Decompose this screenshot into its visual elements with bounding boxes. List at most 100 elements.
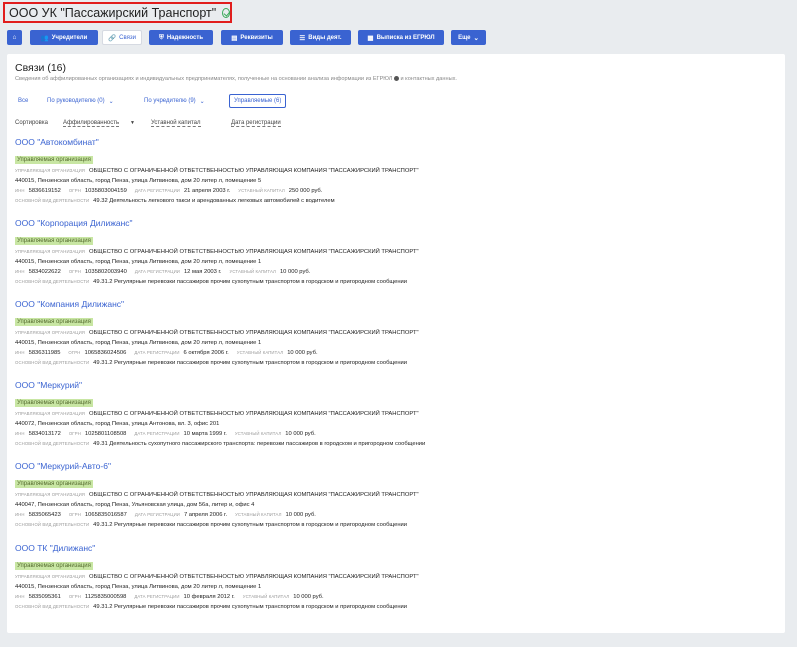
filter-by-director[interactable]: По руководителю (0) ⌄ [47, 94, 114, 108]
filter-managed[interactable]: Управляемые (6) [229, 94, 287, 108]
chevron-down-icon: ⌄ [199, 98, 205, 105]
reg-date-value: 7 апреля 2006 г. [183, 512, 228, 518]
section-title: Связи (16) [15, 62, 66, 74]
doc-list-icon: ▦ [367, 34, 374, 42]
status-badge: Управляемая организация [15, 562, 93, 570]
chevron-down-icon: ⌄ [108, 98, 114, 105]
ogrn-value: 1125835000598 [84, 594, 127, 600]
reg-date-label: Дата регистрации [134, 188, 180, 193]
ids-row: ИНН 5836619152 ОГРН 1035803004159 Дата регис… [15, 186, 775, 196]
mgmt-org-value: ОБЩЕСТВО С ОГРАНИЧЕННОЙ ОТВЕТСТВЕННОСТЬЮ… [88, 168, 419, 174]
page-title: ООО УК "Пассажирский Транспорт" [9, 5, 217, 20]
ogrn-label: ОГРН [68, 350, 81, 355]
founders-button[interactable]: 👥 Учредители [30, 30, 98, 45]
ogrn-value: 1065835016587 [84, 512, 127, 518]
capital-value: 10 000 руб. [279, 269, 311, 275]
inn-label: ИНН [15, 188, 25, 193]
inn-value: 5836619152 [28, 188, 61, 194]
activity-label: Основной вид деятельности [15, 441, 90, 446]
ids-row: ИНН 5835065423 ОГРН 1065835016587 Дата регис… [15, 510, 775, 520]
document-icon: ▤ [231, 34, 238, 42]
status-badge: Управляемая организация [15, 156, 93, 164]
ogrn-value: 1035802003940 [84, 269, 127, 275]
filter-by-director-label: По руководителю (0) [47, 98, 105, 104]
mgmt-org-row: Управляющая организация ОБЩЕСТВО С ОГРАНИ… [15, 490, 775, 500]
home-icon: ⌂ [12, 34, 17, 41]
sort-reg-date[interactable]: Дата регистрации [231, 120, 281, 127]
ids-row: ИНН 5836311985 ОГРН 1065836024506 Дата регис… [15, 348, 775, 358]
question-icon[interactable] [393, 76, 399, 82]
filter-all[interactable]: Все [18, 94, 28, 108]
company-link[interactable]: ООО "Автокомбинат" [15, 137, 775, 148]
home-button[interactable]: ⌂ [7, 30, 22, 45]
reg-date-value: 6 октября 2006 г. [183, 350, 229, 356]
inn-label: ИНН [15, 512, 25, 517]
requisites-button[interactable]: ▤ Реквизиты [221, 30, 283, 45]
check-circle-icon [222, 7, 230, 18]
mgmt-org-label: Управляющая организация [15, 168, 85, 173]
list-item: ООО "Меркурий" Управляемая организация Упр… [15, 380, 775, 449]
reliability-button[interactable]: ⛨ Надежность [149, 30, 213, 45]
address-row: 440015, Пензенская область, город Пенза,… [15, 340, 262, 346]
activity-value: 49.31.2 Регулярные перевозки пассажиров … [93, 360, 407, 366]
reg-date-label: Дата регистрации [134, 512, 180, 517]
address-row: 440015, Пензенская область, город Пенза,… [15, 178, 262, 184]
status-badge: Управляемая организация [15, 318, 93, 326]
sort-affiliation[interactable]: Аффилированность [63, 120, 120, 127]
mgmt-org-value: ОБЩЕСТВО С ОГРАНИЧЕННОЙ ОТВЕТСТВЕННОСТЬЮ… [88, 411, 419, 417]
reg-date-label: Дата регистрации [134, 431, 180, 436]
reg-date-value: 10 марта 1999 г. [183, 431, 227, 437]
activity-row: Основной вид деятельности 49.31.2 Регуляр… [15, 602, 775, 612]
status-badge: Управляемая организация [15, 399, 93, 407]
mgmt-org-value: ОБЩЕСТВО С ОГРАНИЧЕННОЙ ОТВЕТСТВЕННОСТЬЮ… [88, 249, 419, 255]
address-row: 440047, Пензенская область, город Пенза,… [15, 502, 255, 508]
company-link[interactable]: ООО "Компания Дилижанс" [15, 299, 775, 310]
company-link[interactable]: ООО "Меркурий-Авто-6" [15, 461, 775, 472]
reg-date-value: 12 мая 2003 г. [183, 269, 222, 275]
inn-value: 5834022622 [28, 269, 61, 275]
list-item: ООО "Меркурий-Авто-6" Управляемая организ… [15, 461, 775, 530]
company-link[interactable]: ООО "Меркурий" [15, 380, 775, 391]
inn-label: ИНН [15, 431, 25, 436]
list-item: ООО "Автокомбинат" Управляемая организаци… [15, 137, 775, 206]
mgmt-org-row: Управляющая организация ОБЩЕСТВО С ОГРАНИ… [15, 409, 775, 419]
activity-value: 49.31 Деятельность сухопутного пассажирс… [93, 441, 426, 447]
address-row: 440015, Пензенская область, город Пенза,… [15, 259, 262, 265]
caret-down-icon: ▼ [130, 120, 135, 126]
filter-by-founder[interactable]: По учредителю (9) ⌄ [144, 94, 205, 108]
capital-label: Уставный капитал [242, 594, 290, 599]
activity-row: Основной вид деятельности 49.32 Деятельно… [15, 196, 775, 206]
inn-label: ИНН [15, 269, 25, 274]
list-item: ООО "Компания Дилижанс" Управляемая орган… [15, 299, 775, 368]
activity-types-label: Виды деят. [308, 34, 342, 41]
egrul-extract-button[interactable]: ▦ Выписка из ЕГРЮЛ [358, 30, 444, 45]
shield-icon: ⛨ [158, 33, 164, 41]
link-icon: 🔗 [108, 34, 117, 42]
mgmt-org-row: Управляющая организация ОБЩЕСТВО С ОГРАНИ… [15, 572, 775, 582]
list-item: ООО "Корпорация Дилижанс" Управляемая орг… [15, 218, 775, 287]
inn-label: ИНН [15, 594, 25, 599]
activity-value: 49.31.2 Регулярные перевозки пассажиров … [93, 279, 407, 285]
company-link[interactable]: ООО "Корпорация Дилижанс" [15, 218, 775, 229]
mgmt-org-label: Управляющая организация [15, 330, 85, 335]
requisites-label: Реквизиты [240, 34, 273, 41]
links-button[interactable]: 🔗 Связи [102, 30, 142, 45]
filter-all-label: Все [18, 98, 29, 104]
address-row: 440072, Пензенская область, город Пенза,… [15, 421, 220, 427]
capital-label: Уставный капитал [236, 350, 284, 355]
ids-row: ИНН 5834022622 ОГРН 1035802003940 Дата регис… [15, 267, 775, 277]
sort-capital[interactable]: Уставной капитал [151, 120, 201, 127]
capital-label: Уставный капитал [235, 512, 282, 517]
users-icon: 👥 [40, 34, 49, 42]
inn-label: ИНН [15, 350, 25, 355]
company-link[interactable]: ООО ТК "Дилижанс" [15, 543, 775, 554]
ogrn-value: 1065836024506 [84, 350, 127, 356]
more-dropdown-button[interactable]: Еще ⌄ [451, 30, 486, 45]
reliability-label: Надежность [166, 34, 204, 41]
reg-date-label: Дата регистрации [134, 269, 180, 274]
activity-types-button[interactable]: ☰ Виды деят. [290, 30, 351, 45]
egrul-extract-label: Выписка из ЕГРЮЛ [376, 34, 435, 41]
mgmt-org-row: Управляющая организация ОБЩЕСТВО С ОГРАНИ… [15, 328, 775, 338]
capital-value: 10 000 руб. [285, 512, 316, 518]
activity-row: Основной вид деятельности 49.31.2 Регуляр… [15, 520, 775, 530]
